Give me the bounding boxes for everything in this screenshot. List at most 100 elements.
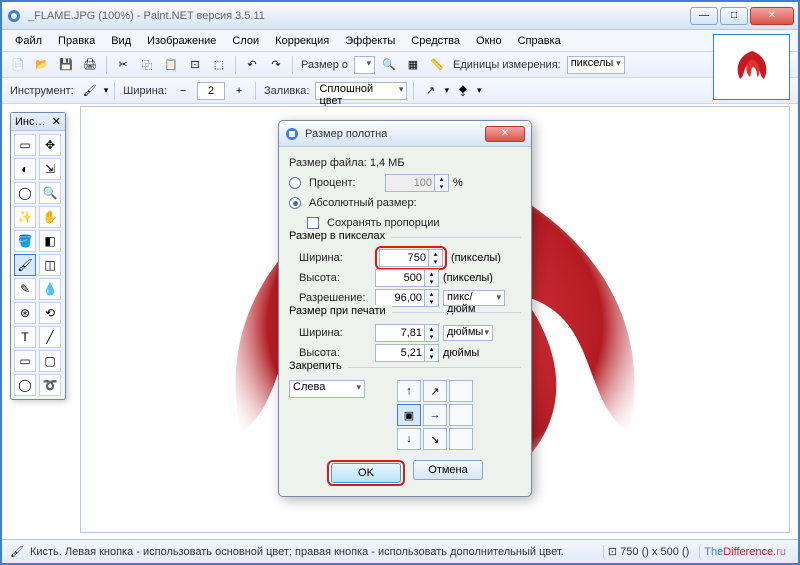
menu-layers[interactable]: Слои: [225, 33, 266, 49]
tool-fill[interactable]: 🪣: [14, 230, 36, 252]
width-inc[interactable]: +: [229, 81, 249, 101]
tool-ellipse-sel[interactable]: ◯: [14, 182, 36, 204]
anchor-label: Закрепить: [289, 360, 348, 372]
px-height-up[interactable]: ▴: [425, 270, 438, 278]
tool-picker[interactable]: 💧: [39, 278, 61, 300]
print-button[interactable]: 🖨: [80, 55, 100, 75]
copy-button[interactable]: ⿻: [137, 55, 157, 75]
blend-button[interactable]: ⧪: [453, 81, 473, 101]
layer-thumbnail[interactable]: [713, 34, 790, 100]
anchor-se[interactable]: [449, 428, 473, 450]
px-width-down[interactable]: ▾: [429, 258, 442, 266]
percent-radio[interactable]: [289, 177, 301, 189]
deselect-button[interactable]: ⬚: [209, 55, 229, 75]
ok-button[interactable]: OK: [331, 463, 401, 483]
zoom-button[interactable]: 🔍: [379, 55, 399, 75]
print-height-unit: дюймы: [443, 347, 479, 359]
save-button[interactable]: 💾: [56, 55, 76, 75]
px-height-input[interactable]: [375, 269, 425, 287]
undo-button[interactable]: ↶: [242, 55, 262, 75]
menu-view[interactable]: Вид: [104, 33, 138, 49]
menu-image[interactable]: Изображение: [140, 33, 223, 49]
percent-suffix: %: [453, 177, 463, 189]
menu-adjust[interactable]: Коррекция: [268, 33, 336, 49]
tool-rrect[interactable]: ▢: [39, 350, 61, 372]
anchor-nw[interactable]: ↑: [397, 380, 421, 402]
percent-input: [385, 174, 435, 192]
units-combo[interactable]: пикселы: [567, 56, 625, 74]
canvas-size-dialog: Размер полотна ✕ Размер файла: 1,4 МБ Пр…: [278, 120, 532, 497]
paste-button[interactable]: 📋: [161, 55, 181, 75]
units-label: Единицы измерения:: [451, 59, 563, 71]
px-height-label: Высота:: [299, 272, 371, 284]
maximize-button[interactable]: □: [720, 7, 748, 25]
app-icon: [6, 8, 22, 24]
anchor-sw[interactable]: ↓: [397, 428, 421, 450]
tool-eraser[interactable]: ◫: [39, 254, 61, 276]
tool-brush[interactable]: 🖌: [14, 254, 36, 276]
tool-free[interactable]: ➰: [39, 374, 61, 396]
menu-tools[interactable]: Средства: [404, 33, 467, 49]
tool-rect[interactable]: ▭: [14, 350, 36, 372]
dims-icon: ⊡: [608, 546, 620, 558]
absolute-radio[interactable]: [289, 197, 301, 209]
print-height-input[interactable]: [375, 344, 425, 362]
tool-pan[interactable]: ✋: [39, 206, 61, 228]
print-width-unit[interactable]: дюймы: [443, 325, 493, 341]
anchor-combo[interactable]: Слева: [289, 380, 365, 398]
crop-button[interactable]: ⊡: [185, 55, 205, 75]
dialog-close[interactable]: ✕: [485, 126, 525, 142]
aspect-checkbox[interactable]: [307, 217, 319, 229]
anchor-s[interactable]: ↘: [423, 428, 447, 450]
tool-rect-select[interactable]: ▭: [14, 134, 36, 156]
ruler-button[interactable]: 📏: [427, 55, 447, 75]
filesize-label: Размер файла: 1,4 МБ: [289, 157, 405, 169]
tool-clone[interactable]: ⊛: [14, 302, 36, 324]
brush-icon[interactable]: 🖌: [80, 81, 100, 101]
anchor-c[interactable]: →: [423, 404, 447, 426]
tool-move[interactable]: ✥: [39, 134, 61, 156]
print-width-input[interactable]: [375, 324, 425, 342]
res-unit-combo[interactable]: пикс/дюйм: [443, 290, 505, 306]
px-width-label: Ширина:: [299, 252, 371, 264]
new-button[interactable]: 📄: [8, 55, 28, 75]
print-width-label: Ширина:: [299, 327, 371, 339]
grid-button[interactable]: ▦: [403, 55, 423, 75]
anchor-e[interactable]: [449, 404, 473, 426]
tool-move-sel[interactable]: ⇲: [39, 158, 61, 180]
tool-text[interactable]: T: [14, 326, 36, 348]
close-button[interactable]: ✕: [750, 7, 794, 25]
tool-ellipse[interactable]: ◯: [14, 374, 36, 396]
tool-lasso[interactable]: ◐: [14, 158, 36, 180]
cancel-button[interactable]: Отмена: [413, 460, 483, 480]
px-height-down[interactable]: ▾: [425, 278, 438, 286]
tool-gradient[interactable]: ◧: [39, 230, 61, 252]
redo-button[interactable]: ↷: [266, 55, 286, 75]
fill-combo[interactable]: Сплошной цвет: [315, 82, 407, 100]
statusbar: 🖌 Кисть. Левая кнопка - использовать осн…: [2, 539, 798, 563]
width-input[interactable]: [197, 82, 225, 100]
canvassize-combo[interactable]: [354, 56, 375, 74]
px-width-up[interactable]: ▴: [429, 250, 442, 258]
tool-wand[interactable]: ✨: [14, 206, 36, 228]
menu-effects[interactable]: Эффекты: [338, 33, 402, 49]
tools-close[interactable]: ✕: [52, 115, 61, 128]
tool-recolor[interactable]: ⟲: [39, 302, 61, 324]
tool-zoom[interactable]: 🔍: [39, 182, 61, 204]
minimize-button[interactable]: —: [690, 7, 718, 25]
cut-button[interactable]: ✂: [113, 55, 133, 75]
menu-file[interactable]: Файл: [8, 33, 49, 49]
menu-help[interactable]: Справка: [511, 33, 568, 49]
px-width-input[interactable]: [379, 249, 429, 267]
antialias-button[interactable]: ↗: [420, 81, 440, 101]
menu-window[interactable]: Окно: [469, 33, 509, 49]
anchor-ne[interactable]: [449, 380, 473, 402]
tool-pencil[interactable]: ✎: [14, 278, 36, 300]
status-dims: 750 () x 500 (): [620, 546, 689, 558]
anchor-w[interactable]: ▣: [397, 404, 421, 426]
width-dec[interactable]: −: [173, 81, 193, 101]
tool-line[interactable]: ╱: [39, 326, 61, 348]
anchor-n[interactable]: ↗: [423, 380, 447, 402]
open-button[interactable]: 📂: [32, 55, 52, 75]
menu-edit[interactable]: Правка: [51, 33, 102, 49]
